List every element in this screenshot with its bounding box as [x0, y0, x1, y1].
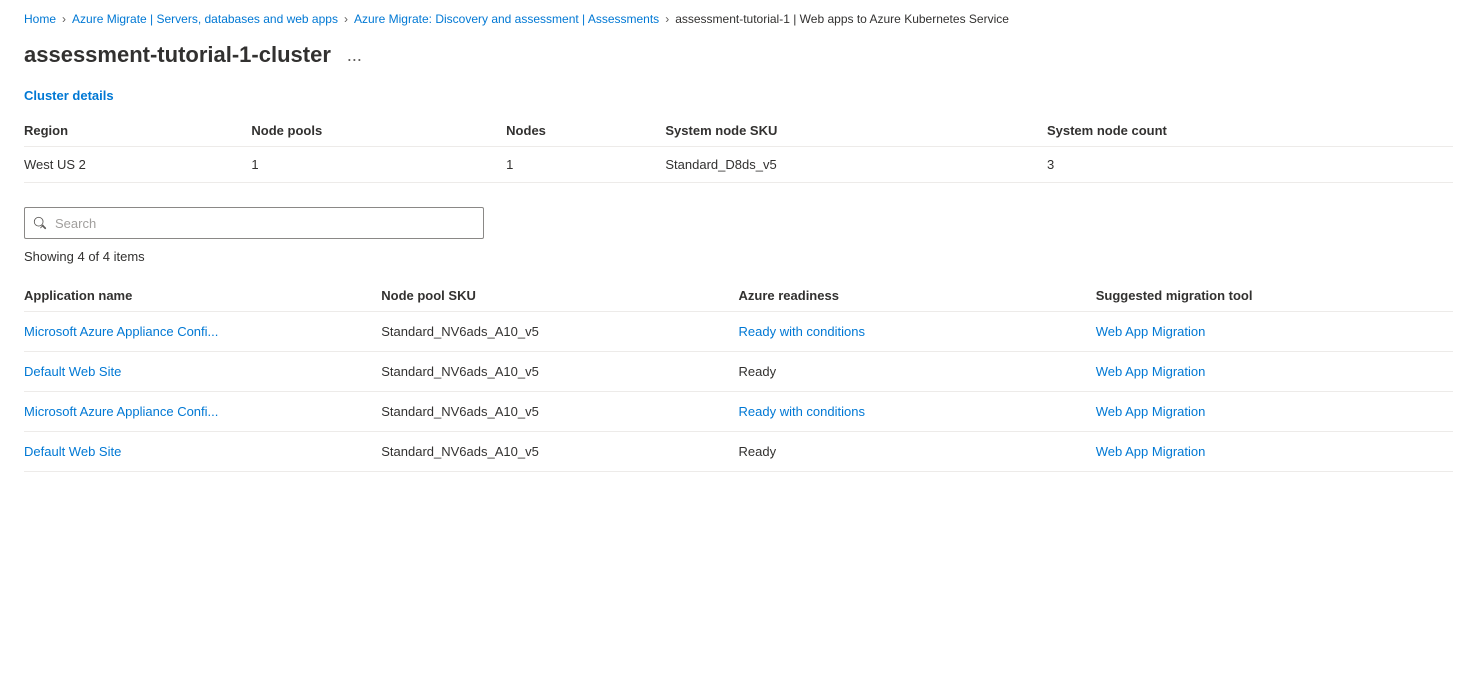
table-row: Microsoft Azure Appliance Confi... Standa… — [24, 392, 1453, 432]
migration-tool-link[interactable]: Web App Migration — [1096, 324, 1206, 339]
cluster-system-node-count: 3 — [1047, 147, 1453, 183]
col-header-node-pools: Node pools — [251, 115, 506, 147]
breadcrumb-sep-1: › — [62, 12, 66, 26]
migration-tool-link[interactable]: Web App Migration — [1096, 444, 1206, 459]
azure-readiness: Ready — [739, 432, 1096, 472]
migration-tool[interactable]: Web App Migration — [1096, 312, 1453, 352]
page-title-row: assessment-tutorial-1-cluster ... — [24, 34, 1453, 88]
cluster-details-section: Cluster details Region Node pools Nodes … — [24, 88, 1453, 183]
app-name-link[interactable]: Default Web Site — [24, 444, 121, 459]
cluster-node-pools: 1 — [251, 147, 506, 183]
migration-tool[interactable]: Web App Migration — [1096, 352, 1453, 392]
cluster-region: West US 2 — [24, 147, 251, 183]
search-input[interactable] — [55, 216, 475, 231]
breadcrumb-current: assessment-tutorial-1 | Web apps to Azur… — [675, 12, 1009, 26]
migration-tool[interactable]: Web App Migration — [1096, 432, 1453, 472]
apps-col-header-pool-sku: Node pool SKU — [381, 280, 738, 312]
search-box[interactable] — [24, 207, 484, 239]
azure-readiness: Ready — [739, 352, 1096, 392]
breadcrumb-sep-2: › — [344, 12, 348, 26]
node-pool-sku: Standard_NV6ads_A10_v5 — [381, 312, 738, 352]
search-icon — [33, 216, 47, 230]
migration-tool-link[interactable]: Web App Migration — [1096, 404, 1206, 419]
col-header-nodes: Nodes — [506, 115, 665, 147]
col-header-region: Region — [24, 115, 251, 147]
apps-col-header-migration: Suggested migration tool — [1096, 280, 1453, 312]
azure-readiness[interactable]: Ready with conditions — [739, 392, 1096, 432]
breadcrumb: Home › Azure Migrate | Servers, database… — [24, 0, 1453, 34]
breadcrumb-home[interactable]: Home — [24, 12, 56, 26]
cluster-system-node-sku: Standard_D8ds_v5 — [665, 147, 1047, 183]
ellipsis-button[interactable]: ... — [341, 43, 368, 68]
table-row: Default Web Site Standard_NV6ads_A10_v5Re… — [24, 352, 1453, 392]
table-row: Microsoft Azure Appliance Confi... Standa… — [24, 312, 1453, 352]
breadcrumb-sep-3: › — [665, 12, 669, 26]
cluster-nodes: 1 — [506, 147, 665, 183]
page-title: assessment-tutorial-1-cluster — [24, 42, 331, 68]
node-pool-sku: Standard_NV6ads_A10_v5 — [381, 352, 738, 392]
node-pool-sku: Standard_NV6ads_A10_v5 — [381, 432, 738, 472]
readiness-link[interactable]: Ready with conditions — [739, 324, 865, 339]
breadcrumb-servers[interactable]: Azure Migrate | Servers, databases and w… — [72, 12, 338, 26]
readiness-link[interactable]: Ready with conditions — [739, 404, 865, 419]
cluster-details-title[interactable]: Cluster details — [24, 88, 1453, 103]
col-header-system-node-sku: System node SKU — [665, 115, 1047, 147]
apps-table: Application name Node pool SKU Azure rea… — [24, 280, 1453, 472]
app-name-link[interactable]: Default Web Site — [24, 364, 121, 379]
apps-col-header-readiness: Azure readiness — [739, 280, 1096, 312]
breadcrumb-assessments[interactable]: Azure Migrate: Discovery and assessment … — [354, 12, 659, 26]
cluster-details-table: Region Node pools Nodes System node SKU … — [24, 115, 1453, 183]
node-pool-sku: Standard_NV6ads_A10_v5 — [381, 392, 738, 432]
showing-text: Showing 4 of 4 items — [24, 249, 1453, 264]
cluster-details-row: West US 2 1 1 Standard_D8ds_v5 3 — [24, 147, 1453, 183]
col-header-system-node-count: System node count — [1047, 115, 1453, 147]
table-row: Default Web Site Standard_NV6ads_A10_v5Re… — [24, 432, 1453, 472]
app-name-link[interactable]: Microsoft Azure Appliance Confi... — [24, 404, 218, 419]
azure-readiness[interactable]: Ready with conditions — [739, 312, 1096, 352]
apps-col-header-name: Application name — [24, 280, 381, 312]
migration-tool-link[interactable]: Web App Migration — [1096, 364, 1206, 379]
migration-tool[interactable]: Web App Migration — [1096, 392, 1453, 432]
app-name-link[interactable]: Microsoft Azure Appliance Confi... — [24, 324, 218, 339]
